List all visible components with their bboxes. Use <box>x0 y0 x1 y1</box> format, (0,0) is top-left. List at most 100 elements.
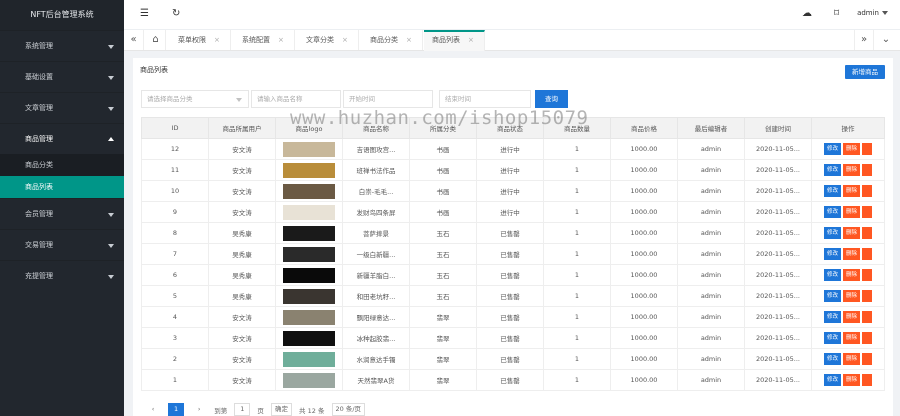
more-button[interactable] <box>862 227 873 239</box>
edit-button[interactable]: 修改 <box>823 227 841 239</box>
delete-button[interactable]: 删除 <box>843 185 861 197</box>
cell-quantity: 1 <box>543 264 611 286</box>
cell-editor: admin <box>677 159 745 181</box>
delete-button[interactable]: 删除 <box>843 374 861 386</box>
query-button[interactable]: 查询 <box>535 90 568 108</box>
sidebar-subitem-goods-list[interactable]: 商品列表 <box>0 176 124 198</box>
tab-article-category[interactable]: 文章分类 × <box>298 30 359 50</box>
page-size-select[interactable]: 20 条/页 <box>331 403 366 416</box>
close-icon[interactable]: × <box>214 36 220 44</box>
edit-button[interactable]: 修改 <box>823 353 841 365</box>
delete-button[interactable]: 删除 <box>843 143 861 155</box>
more-button[interactable] <box>862 143 873 155</box>
delete-button[interactable]: 删除 <box>843 227 861 239</box>
sidebar-item-goods[interactable]: 商品管理 <box>0 123 124 154</box>
delete-button[interactable]: 删除 <box>843 332 861 344</box>
edit-button[interactable]: 修改 <box>823 143 841 155</box>
delete-button[interactable]: 删除 <box>843 311 861 323</box>
edit-button[interactable]: 修改 <box>823 248 841 260</box>
goto-confirm-button[interactable]: 确定 <box>270 403 292 416</box>
edit-button[interactable]: 修改 <box>823 374 841 386</box>
close-icon[interactable]: × <box>342 36 348 44</box>
tab-menu-permissions[interactable]: 菜单权限 × <box>170 30 231 50</box>
cell-editor: admin <box>677 180 745 202</box>
cell-user: 安文涛 <box>208 138 276 160</box>
next-page-icon[interactable]: › <box>191 403 207 416</box>
sidebar-item-members[interactable]: 会员管理 <box>0 198 124 229</box>
cell-name: 白崇-毛毛... <box>342 180 410 202</box>
tab-scroll-right-icon[interactable]: » <box>854 30 874 50</box>
delete-button[interactable]: 删除 <box>843 164 861 176</box>
goods-name-input[interactable]: 请输入商品名称 <box>251 90 341 108</box>
tab-goods-category[interactable]: 商品分类 × <box>362 30 423 50</box>
more-button[interactable] <box>862 374 873 386</box>
sidebar-item-system[interactable]: 系统管理 <box>0 30 124 61</box>
tag-icon[interactable]: ⌑ <box>834 8 839 19</box>
close-icon[interactable]: × <box>468 36 474 44</box>
cell-name: 吉语图攻宫... <box>342 138 410 160</box>
tab-scroll-left-icon[interactable]: « <box>124 30 144 50</box>
more-button[interactable] <box>862 332 873 344</box>
sidebar-item-trades[interactable]: 交易管理 <box>0 229 124 260</box>
user-menu[interactable]: admin <box>857 9 888 17</box>
edit-button[interactable]: 修改 <box>823 311 841 323</box>
sidebar-subitem-goods-category[interactable]: 商品分类 <box>0 154 124 176</box>
more-button[interactable] <box>862 248 873 260</box>
more-button[interactable] <box>862 164 873 176</box>
sidebar-item-articles[interactable]: 文章管理 <box>0 92 124 123</box>
add-goods-button[interactable]: 新增商品 <box>845 65 885 79</box>
cell-status: 已售罄 <box>476 369 544 391</box>
delete-button[interactable]: 删除 <box>843 290 861 302</box>
cell-quantity: 1 <box>543 159 611 181</box>
more-button[interactable] <box>862 311 873 323</box>
start-time-input[interactable]: 开始时间 <box>343 90 433 108</box>
delete-button[interactable]: 删除 <box>843 353 861 365</box>
edit-button[interactable]: 修改 <box>823 290 841 302</box>
cell-created: 2020-11-05... <box>744 285 812 307</box>
more-button[interactable] <box>862 185 873 197</box>
menu-toggle-icon[interactable]: ☰ <box>140 8 149 19</box>
tab-system-config[interactable]: 系统配置 × <box>234 30 295 50</box>
tab-dropdown-icon[interactable]: ⌄ <box>876 30 896 50</box>
cell-id: 11 <box>141 159 209 181</box>
cell-name: 天然翡翠A货 <box>342 369 410 391</box>
more-button[interactable] <box>862 269 873 281</box>
cell-created: 2020-11-05... <box>744 159 812 181</box>
more-button[interactable] <box>862 290 873 302</box>
page-number-input[interactable]: 1 <box>234 403 251 416</box>
delete-button[interactable]: 删除 <box>843 248 861 260</box>
close-icon[interactable]: × <box>278 36 284 44</box>
cell-logo <box>275 327 343 349</box>
edit-button[interactable]: 修改 <box>823 206 841 218</box>
cell-actions: 修改 删除 <box>811 159 885 181</box>
end-time-input[interactable]: 结束时间 <box>439 90 531 108</box>
edit-button[interactable]: 修改 <box>823 164 841 176</box>
prev-page-icon[interactable]: ‹ <box>145 403 161 416</box>
cell-id: 7 <box>141 243 209 265</box>
edit-button[interactable]: 修改 <box>823 332 841 344</box>
home-tab-icon[interactable]: ⌂ <box>146 30 166 50</box>
edit-button[interactable]: 修改 <box>823 185 841 197</box>
category-select[interactable]: 请选择商品分类 <box>141 90 249 108</box>
edit-button[interactable]: 修改 <box>823 269 841 281</box>
cell-price: 1000.00 <box>610 285 678 307</box>
delete-button[interactable]: 删除 <box>843 206 861 218</box>
cell-category: 翡翠 <box>409 306 477 328</box>
cell-category: 书画 <box>409 138 477 160</box>
page-button-current[interactable]: 1 <box>168 403 185 416</box>
tab-goods-list[interactable]: 商品列表 × <box>424 30 485 51</box>
close-icon[interactable]: × <box>406 36 412 44</box>
cell-actions: 修改 删除 <box>811 369 885 391</box>
delete-button[interactable]: 删除 <box>843 269 861 281</box>
more-button[interactable] <box>862 206 873 218</box>
sidebar-item-basic-settings[interactable]: 基础设置 <box>0 61 124 92</box>
sidebar-item-deposit-withdraw[interactable]: 充提管理 <box>0 260 124 291</box>
sidebar-item-label: 会员管理 <box>25 210 53 218</box>
more-button[interactable] <box>862 353 873 365</box>
cloud-icon[interactable]: ☁ <box>802 8 812 19</box>
category-select-placeholder: 请选择商品分类 <box>147 95 193 103</box>
cell-name: 飘阳绿意达... <box>342 306 410 328</box>
cell-user: 安文涛 <box>208 348 276 370</box>
refresh-icon[interactable]: ↻ <box>172 8 180 19</box>
sidebar: NFT后台管理系统 系统管理 基础设置 文章管理 商品管理 商品分类 商品列表 … <box>0 0 124 416</box>
